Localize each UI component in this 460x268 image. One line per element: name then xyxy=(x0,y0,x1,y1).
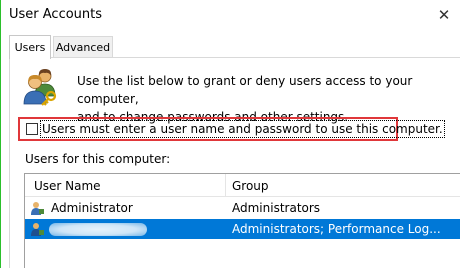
title-bar: User Accounts ✕ xyxy=(1,0,460,30)
list-header: User Name Group xyxy=(25,174,460,197)
user-accounts-window: User Accounts ✕ Users Advanced Use the l… xyxy=(0,0,460,268)
user-row-selected[interactable]: Administrators; Performance Log... xyxy=(25,219,460,239)
tab-advanced-label: Advanced xyxy=(55,41,111,54)
require-login-label[interactable]: Users must enter a user name and passwor… xyxy=(40,120,445,138)
tab-users-label: Users xyxy=(14,41,46,54)
user-row[interactable]: Administrator Administrators xyxy=(25,198,460,218)
users-icon xyxy=(23,69,57,106)
tab-advanced[interactable]: Advanced xyxy=(53,36,113,58)
users-for-computer-text: Users for this computer: xyxy=(25,152,171,166)
window-title: User Accounts xyxy=(9,7,103,22)
close-icon: ✕ xyxy=(437,6,451,24)
user-group-cell: Administrators; Performance Log... xyxy=(232,222,441,236)
tab-users[interactable]: Users xyxy=(9,35,51,59)
column-header-user-name[interactable]: User Name xyxy=(34,179,101,193)
column-header-group[interactable]: Group xyxy=(232,179,269,193)
user-account-icon xyxy=(31,202,44,215)
require-login-checkbox[interactable] xyxy=(26,123,38,135)
intro-line-1: Use the list below to grant or deny user… xyxy=(77,74,413,106)
redacted-user-name xyxy=(49,223,147,236)
user-list[interactable]: User Name Group Administrator Administra… xyxy=(24,173,460,268)
close-button[interactable]: ✕ xyxy=(427,0,460,30)
users-for-computer-label: Users for this computer: xyxy=(25,152,170,166)
user-group-cell: Administrators xyxy=(232,201,321,215)
user-account-icon xyxy=(31,223,44,236)
column-divider[interactable] xyxy=(225,174,226,197)
user-name-cell: Administrator xyxy=(51,201,133,215)
